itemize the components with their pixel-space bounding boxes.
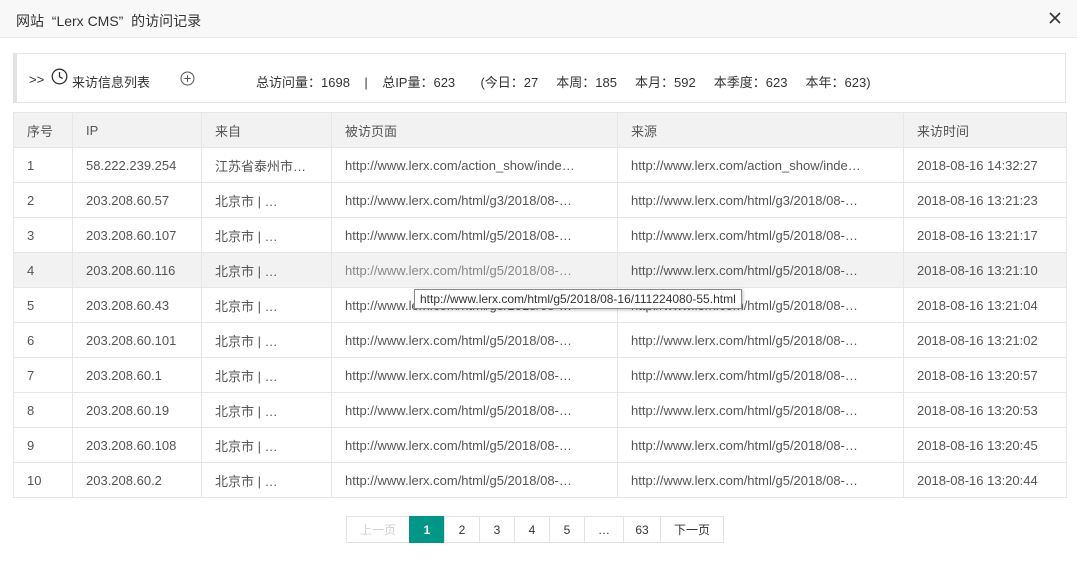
col-header-ip: IP	[72, 112, 202, 148]
cell-referrer[interactable]: http://www.lerx.com/html/g5/2018/08-…	[617, 427, 904, 463]
cell-index: 10	[13, 462, 73, 498]
dialog-title: 网站 “Lerx CMS” 的访问记录	[16, 13, 202, 29]
cell-visited-page[interactable]: http://www.lerx.com/html/g5/2018/08-…	[331, 462, 618, 498]
cell-visit-time: 2018-08-16 13:21:17	[903, 217, 1067, 253]
cell-ip: 58.222.239.254	[72, 147, 202, 183]
cell-visit-time: 2018-08-16 13:21:23	[903, 182, 1067, 218]
cell-visit-time: 2018-08-16 13:21:04	[903, 287, 1067, 323]
list-title: 来访信息列表	[72, 75, 151, 90]
url-tooltip: http://www.lerx.com/html/g5/2018/08-16/1…	[414, 289, 742, 309]
cell-index: 7	[13, 357, 73, 393]
table-row[interactable]: 1 58.222.239.254 江苏省泰州市… http://www.lerx.co…	[13, 147, 1067, 183]
cell-visit-time: 2018-08-16 13:21:10	[903, 252, 1067, 288]
cell-index: 8	[13, 392, 73, 428]
table-row[interactable]: 2 203.208.60.57 北京市 | … http://www.lerx.com…	[13, 182, 1067, 218]
cell-from: 北京市 | …	[201, 357, 332, 393]
visit-stats-text: 总访问量：1698 | 总IP量：623 (今日：27 本周：185 本月：59…	[256, 75, 871, 90]
cell-visited-page[interactable]: http://www.lerx.com/html/g5/2018/08-…	[331, 252, 618, 288]
close-icon	[1049, 12, 1061, 24]
page-1-button[interactable]: 1	[409, 516, 445, 543]
cell-ip: 203.208.60.19	[72, 392, 202, 428]
cell-index: 3	[13, 217, 73, 253]
cell-index: 9	[13, 427, 73, 463]
arrows-text: >>	[29, 72, 45, 87]
cell-index: 6	[13, 322, 73, 358]
table-row[interactable]: 3 203.208.60.107 北京市 | … http://www.lerx.co…	[13, 217, 1067, 253]
cell-from: 北京市 | …	[201, 322, 332, 358]
visit-stats: 总访问量：1698 | 总IP量：623 (今日：27 本周：185 本月：59…	[256, 72, 871, 91]
next-page-button[interactable]: 下一页	[660, 516, 724, 543]
cell-from: 江苏省泰州市…	[201, 147, 332, 183]
clock-icon	[51, 68, 68, 85]
table-row[interactable]: 7 203.208.60.1 北京市 | … http://www.lerx.com/…	[13, 357, 1067, 393]
page-5-button[interactable]: 5	[549, 516, 585, 543]
page-63-button[interactable]: 63	[623, 516, 661, 543]
pagination: 上一页 1 2 3 4 5 … 63 下一页	[346, 516, 724, 543]
page-2-button[interactable]: 2	[444, 516, 480, 543]
table-row[interactable]: 6 203.208.60.101 北京市 | … http://www.lerx.co…	[13, 322, 1067, 358]
cell-referrer[interactable]: http://www.lerx.com/html/g5/2018/08-…	[617, 252, 904, 288]
cell-visited-page[interactable]: http://www.lerx.com/html/g5/2018/08-…	[331, 357, 618, 393]
cell-referrer[interactable]: http://www.lerx.com/html/g5/2018/08-…	[617, 462, 904, 498]
table-row[interactable]: 10 203.208.60.2 北京市 | … http://www.lerx.com…	[13, 462, 1067, 498]
page-4-button[interactable]: 4	[514, 516, 550, 543]
pagination-ellipsis: …	[584, 516, 624, 543]
col-header-from: 来自	[201, 112, 332, 148]
table-row[interactable]: 8 203.208.60.19 北京市 | … http://www.lerx.com…	[13, 392, 1067, 428]
cell-from: 北京市 | …	[201, 392, 332, 428]
cell-visit-time: 2018-08-16 14:32:27	[903, 147, 1067, 183]
cell-index: 2	[13, 182, 73, 218]
cell-ip: 203.208.60.1	[72, 357, 202, 393]
table-header-row: 序号 IP 来自 被访页面 来源 来访时间	[13, 112, 1067, 148]
cell-index: 5	[13, 287, 73, 323]
cell-visited-page[interactable]: http://www.lerx.com/html/g5/2018/08-…	[331, 392, 618, 428]
cell-visit-time: 2018-08-16 13:20:57	[903, 357, 1067, 393]
col-header-visit-time: 来访时间	[903, 112, 1067, 148]
cell-referrer[interactable]: http://www.lerx.com/html/g3/2018/08-…	[617, 182, 904, 218]
cell-ip: 203.208.60.101	[72, 322, 202, 358]
cell-ip: 203.208.60.43	[72, 287, 202, 323]
table-row[interactable]: 9 203.208.60.108 北京市 | … http://www.lerx.co…	[13, 427, 1067, 463]
cell-ip: 203.208.60.57	[72, 182, 202, 218]
cell-from: 北京市 | …	[201, 287, 332, 323]
cell-visit-time: 2018-08-16 13:20:45	[903, 427, 1067, 463]
add-button[interactable]	[180, 71, 195, 86]
cell-from: 北京市 | …	[201, 462, 332, 498]
table-row[interactable]: 4 203.208.60.116 北京市 | … http://www.lerx.co…	[13, 252, 1067, 288]
cell-visit-time: 2018-08-16 13:21:02	[903, 322, 1067, 358]
cell-from: 北京市 | …	[201, 217, 332, 253]
cell-referrer[interactable]: http://www.lerx.com/html/g5/2018/08-…	[617, 357, 904, 393]
cell-ip: 203.208.60.108	[72, 427, 202, 463]
cell-visit-time: 2018-08-16 13:20:44	[903, 462, 1067, 498]
cell-from: 北京市 | …	[201, 427, 332, 463]
cell-ip: 203.208.60.107	[72, 217, 202, 253]
dialog-titlebar: 网站 “Lerx CMS” 的访问记录	[0, 0, 1077, 38]
cell-visited-page[interactable]: http://www.lerx.com/html/g5/2018/08-…	[331, 322, 618, 358]
cell-from: 北京市 | …	[201, 252, 332, 288]
cell-referrer[interactable]: http://www.lerx.com/html/g5/2018/08-…	[617, 322, 904, 358]
cell-visited-page[interactable]: http://www.lerx.com/html/g5/2018/08-…	[331, 427, 618, 463]
col-header-index: 序号	[13, 112, 73, 148]
col-header-referrer: 来源	[617, 112, 904, 148]
cell-index: 4	[13, 252, 73, 288]
cell-referrer[interactable]: http://www.lerx.com/html/g5/2018/08-…	[617, 217, 904, 253]
cell-ip: 203.208.60.116	[72, 252, 202, 288]
cell-visited-page[interactable]: http://www.lerx.com/html/g3/2018/08-…	[331, 182, 618, 218]
cell-ip: 203.208.60.2	[72, 462, 202, 498]
prev-page-button[interactable]: 上一页	[346, 516, 410, 543]
cell-referrer[interactable]: http://www.lerx.com/action_show/inde…	[617, 147, 904, 183]
page-3-button[interactable]: 3	[479, 516, 515, 543]
cell-visit-time: 2018-08-16 13:20:53	[903, 392, 1067, 428]
cell-referrer[interactable]: http://www.lerx.com/html/g5/2018/08-…	[617, 392, 904, 428]
cell-from: 北京市 | …	[201, 182, 332, 218]
col-header-visited-page: 被访页面	[331, 112, 618, 148]
close-button[interactable]	[1045, 8, 1065, 28]
cell-index: 1	[13, 147, 73, 183]
visit-info-bar: >> 来访信息列表 总访问量：1698 | 总IP量：623 (今日：27 本周…	[13, 53, 1066, 103]
cell-visited-page[interactable]: http://www.lerx.com/action_show/inde…	[331, 147, 618, 183]
cell-visited-page[interactable]: http://www.lerx.com/html/g5/2018/08-…	[331, 217, 618, 253]
